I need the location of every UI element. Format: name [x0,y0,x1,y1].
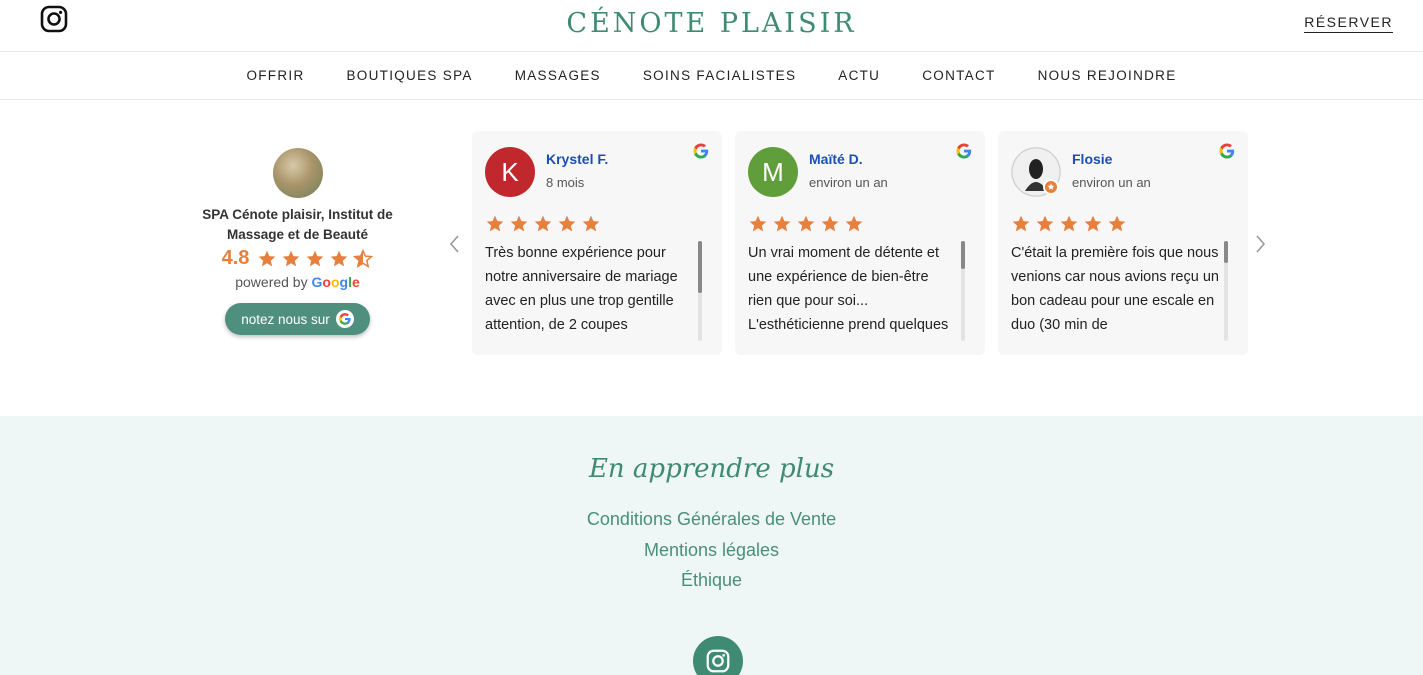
review-scrollbar[interactable] [698,241,702,341]
star-icon [307,250,324,266]
business-avatar [272,148,323,198]
review-card: M Maïté D. environ un an Un vrai moment … [735,131,985,355]
star-icon [558,215,576,232]
nav-item-boutiques-spa[interactable]: BOUTIQUES SPA [326,68,494,83]
footer-title: En apprendre plus [588,454,835,484]
star-icon [259,250,276,266]
reviewer-name[interactable]: Flosie [1072,151,1112,167]
google-icon [693,143,709,159]
google-icon [335,310,354,328]
star-icon [821,215,839,232]
review-card: K Krystel F. 8 mois Très bonne expérienc… [472,131,722,355]
main-nav: OFFRIR BOUTIQUES SPA MASSAGES SOINS FACI… [0,52,1423,100]
review-date: 8 mois [546,175,585,190]
review-scrollbar[interactable] [961,241,965,341]
powered-by-label: powered by [235,274,308,290]
star-icon [749,215,767,232]
review-stars [485,214,601,234]
carousel-prev-icon[interactable] [447,233,461,255]
scrollbar-thumb[interactable] [698,241,702,293]
star-icon [486,215,504,232]
rating-row: 4.8 [185,247,410,270]
star-icon [773,215,791,232]
star-icon [283,250,300,266]
review-text: Un vrai moment de détente et une expérie… [748,245,949,333]
nav-item-offrir[interactable]: OFFRIR [225,68,325,83]
footer-link-cgv[interactable]: Conditions Générales de Vente [0,509,1423,530]
review-card: Flosie environ un an C'était la première… [998,131,1248,355]
review-date: environ un an [1072,175,1151,190]
star-icon [1012,215,1030,232]
nav-item-soins-facialistes[interactable]: SOINS FACIALISTES [622,68,817,83]
rate-us-label: notez nous sur [241,311,330,327]
star-icon [510,215,528,232]
footer-link-ethique[interactable]: Éthique [0,570,1423,591]
instagram-icon [706,649,730,673]
star-icon [797,215,815,232]
star-icon [1060,215,1078,232]
review-summary: SPA Cénote plaisir, Institut de Massage … [185,145,410,335]
star-half-icon [353,248,374,268]
footer-link-mentions-legales[interactable]: Mentions légales [0,540,1423,561]
review-date: environ un an [809,175,888,190]
reviewer-avatar: K [485,147,535,197]
star-icon [1084,215,1102,232]
review-text: Très bonne expérience pour notre anniver… [485,245,678,333]
google-icon [956,143,972,159]
star-icon [582,215,600,232]
business-name: SPA Cénote plaisir, Institut de Massage … [202,207,393,242]
nav-item-nous-rejoindre[interactable]: NOUS REJOINDRE [1017,68,1198,83]
site-header: CÉNOTE PLAISIR RÉSERVER [0,0,1423,52]
google-icon [1219,143,1235,159]
review-scrollbar[interactable] [1224,241,1228,341]
site-logo[interactable]: CÉNOTE PLAISIR [0,8,1423,39]
reviewer-avatar: M [748,147,798,197]
google-wordmark: Google [311,274,360,290]
reviewer-name[interactable]: Maïté D. [809,151,863,167]
reviewer-name[interactable]: Krystel F. [546,151,608,167]
star-icon [534,215,552,232]
reviewer-avatar [1011,147,1061,197]
reviewer-photo [1011,147,1061,197]
powered-by: powered by Google [185,274,410,290]
nav-item-contact[interactable]: CONTACT [901,68,1016,83]
footer-instagram-button[interactable] [693,636,743,675]
nav-item-massages[interactable]: MASSAGES [494,68,622,83]
rate-us-button[interactable]: notez nous sur [225,303,370,335]
star-icon [1036,215,1054,232]
scrollbar-thumb[interactable] [961,241,965,269]
star-icon [1108,215,1126,232]
rating-value: 4.8 [221,247,250,269]
reserve-link[interactable]: RÉSERVER [1304,14,1393,33]
star-icon [845,215,863,232]
nav-item-actu[interactable]: ACTU [817,68,901,83]
review-stars [748,214,864,234]
review-stars [1011,214,1127,234]
site-footer: En apprendre plus Conditions Générales d… [0,416,1423,675]
scrollbar-thumb[interactable] [1224,241,1228,263]
carousel-next-icon[interactable] [1254,233,1268,255]
review-text: C'était la première fois que nous venion… [1011,245,1219,333]
star-icon [331,250,348,266]
